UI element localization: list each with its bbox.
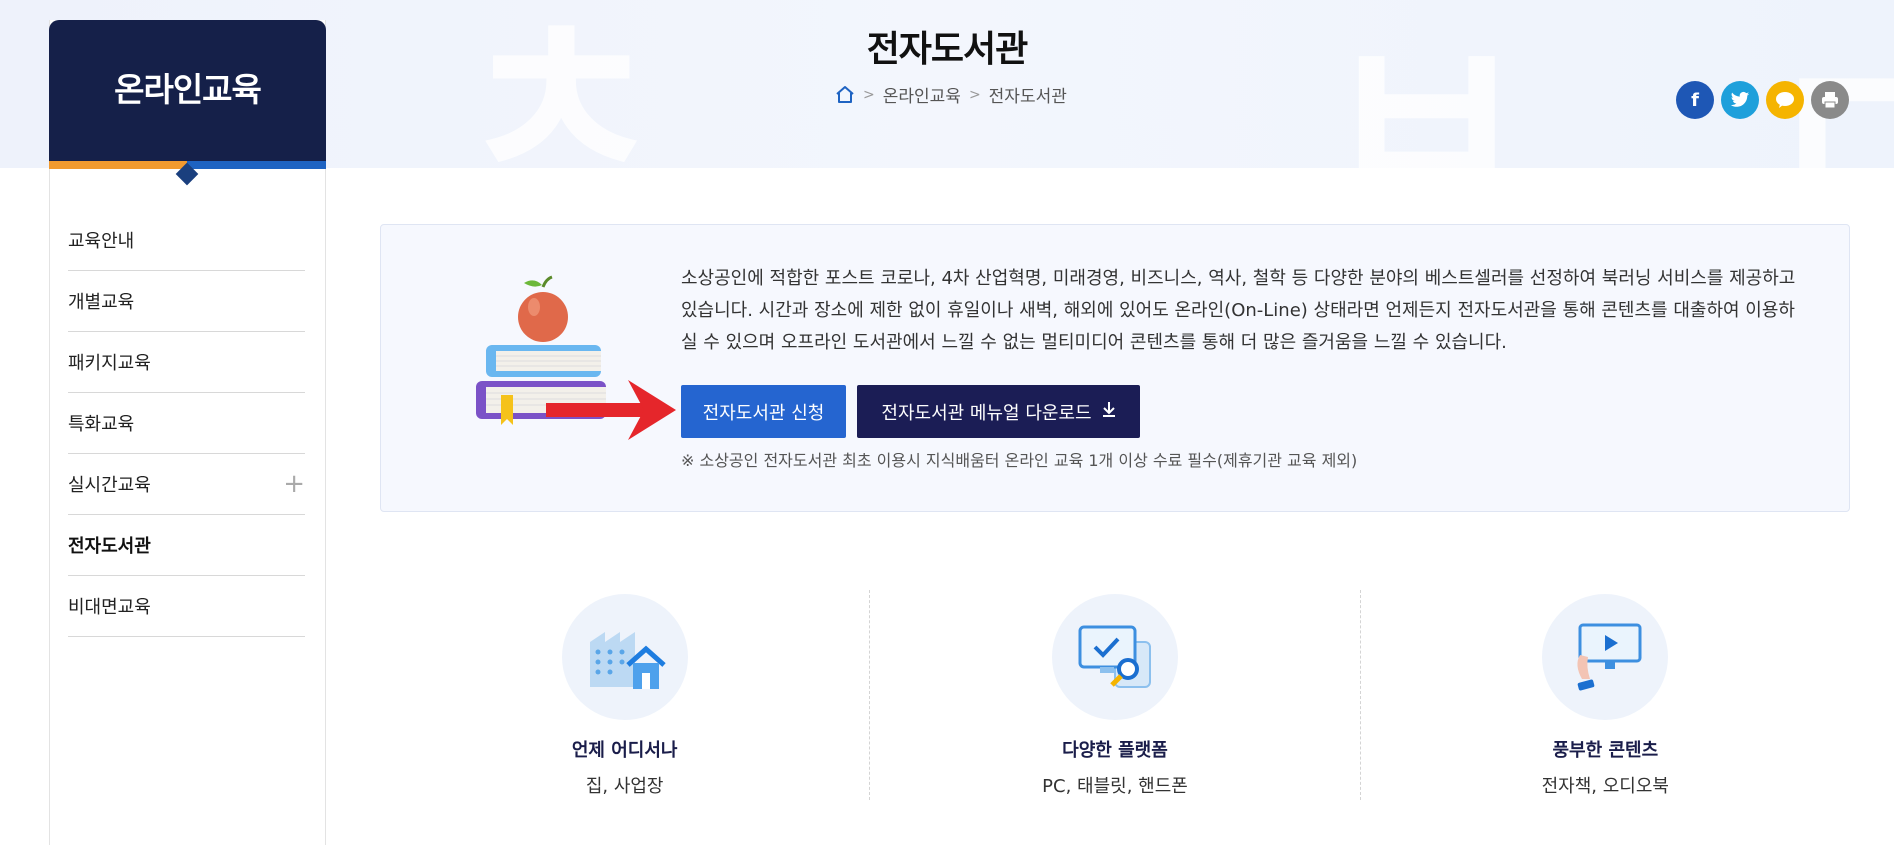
intro-box: 소상공인에 적합한 포스트 코로나, 4차 산업혁명, 미래경영, 비즈니스, … [380, 224, 1850, 512]
feature-item: 언제 어디서나 집, 사업장 [380, 590, 869, 800]
sidebar-item-untact[interactable]: 비대면교육 [68, 576, 305, 637]
sidebar-item-realtime[interactable]: 실시간교육 + [68, 454, 305, 515]
plus-icon[interactable]: + [283, 469, 305, 499]
kakaotalk-icon[interactable] [1766, 81, 1804, 119]
devices-icon [1051, 594, 1178, 720]
sidebar-item-special[interactable]: 특화교육 [68, 393, 305, 454]
share-buttons: f [1676, 81, 1849, 119]
facebook-icon[interactable]: f [1676, 81, 1714, 119]
feature-title: 풍부한 콘텐츠 [1552, 740, 1659, 761]
video-play-icon [1542, 594, 1669, 720]
feature-title: 다양한 플랫폼 [1062, 740, 1168, 761]
books-apple-illustration [476, 275, 686, 445]
feature-list: 언제 어디서나 집, 사업장 다양한 플랫폼 PC, 태블릿, 핸드폰 풍부한 … [380, 590, 1850, 800]
sidebar-item-education-guide[interactable]: 교육안내 [68, 210, 305, 271]
sidebar-item-label: 실시간교육 [68, 475, 151, 496]
download-icon [1102, 401, 1116, 422]
feature-item: 다양한 플랫폼 PC, 태블릿, 핸드폰 [869, 590, 1359, 800]
breadcrumb-item[interactable]: 온라인교육 [883, 82, 961, 107]
feature-subtitle: 전자책, 오디오북 [1541, 776, 1669, 797]
home-icon[interactable] [835, 85, 855, 105]
chevron-right-icon: > [968, 86, 981, 103]
sidebar-item-e-library[interactable]: 전자도서관 [68, 515, 305, 576]
breadcrumb: > 온라인교육 > 전자도서관 [835, 82, 1067, 107]
usage-note: ※ 소상공인 전자도서관 최초 이용시 지식배움터 온라인 교육 1개 이상 수… [681, 451, 1358, 470]
sidebar-item-package[interactable]: 패키지교육 [68, 332, 305, 393]
twitter-icon[interactable] [1721, 81, 1759, 119]
apply-button-label: 전자도서관 신청 [702, 402, 825, 424]
feature-subtitle: PC, 태블릿, 핸드폰 [1042, 776, 1188, 797]
sidebar-item-label: 비대면교육 [68, 597, 151, 618]
sidebar-item-individual[interactable]: 개별교육 [68, 271, 305, 332]
sidebar: 온라인교육 교육안내 개별교육 패키지교육 특화교육 실시간교육 + 전자도서관 … [49, 20, 326, 845]
sidebar-menu: 교육안내 개별교육 패키지교육 특화교육 실시간교육 + 전자도서관 비대면교육 [68, 210, 305, 637]
apply-e-library-button[interactable]: 전자도서관 신청 [681, 385, 846, 438]
download-manual-button[interactable]: 전자도서관 메뉴얼 다운로드 [857, 385, 1140, 438]
sidebar-item-label: 개별교육 [68, 292, 135, 313]
feature-subtitle: 집, 사업장 [585, 776, 664, 797]
sidebar-title: 온라인교육 [49, 20, 326, 167]
manual-button-label: 전자도서관 메뉴얼 다운로드 [881, 402, 1092, 424]
chevron-right-icon: > [863, 86, 875, 103]
building-home-icon [561, 594, 688, 720]
sidebar-item-label: 특화교육 [68, 414, 135, 435]
feature-title: 언제 어디서나 [571, 740, 678, 761]
feature-item: 풍부한 콘텐츠 전자책, 오디오북 [1359, 590, 1850, 800]
intro-description: 소상공인에 적합한 포스트 코로나, 4차 산업혁명, 미래경영, 비즈니스, … [681, 268, 1796, 353]
sidebar-item-label: 전자도서관 [68, 536, 151, 557]
sidebar-item-label: 패키지교육 [68, 353, 151, 374]
breadcrumb-item-current[interactable]: 전자도서관 [989, 82, 1067, 107]
print-icon[interactable] [1811, 81, 1849, 119]
sidebar-item-label: 교육안내 [68, 231, 135, 252]
